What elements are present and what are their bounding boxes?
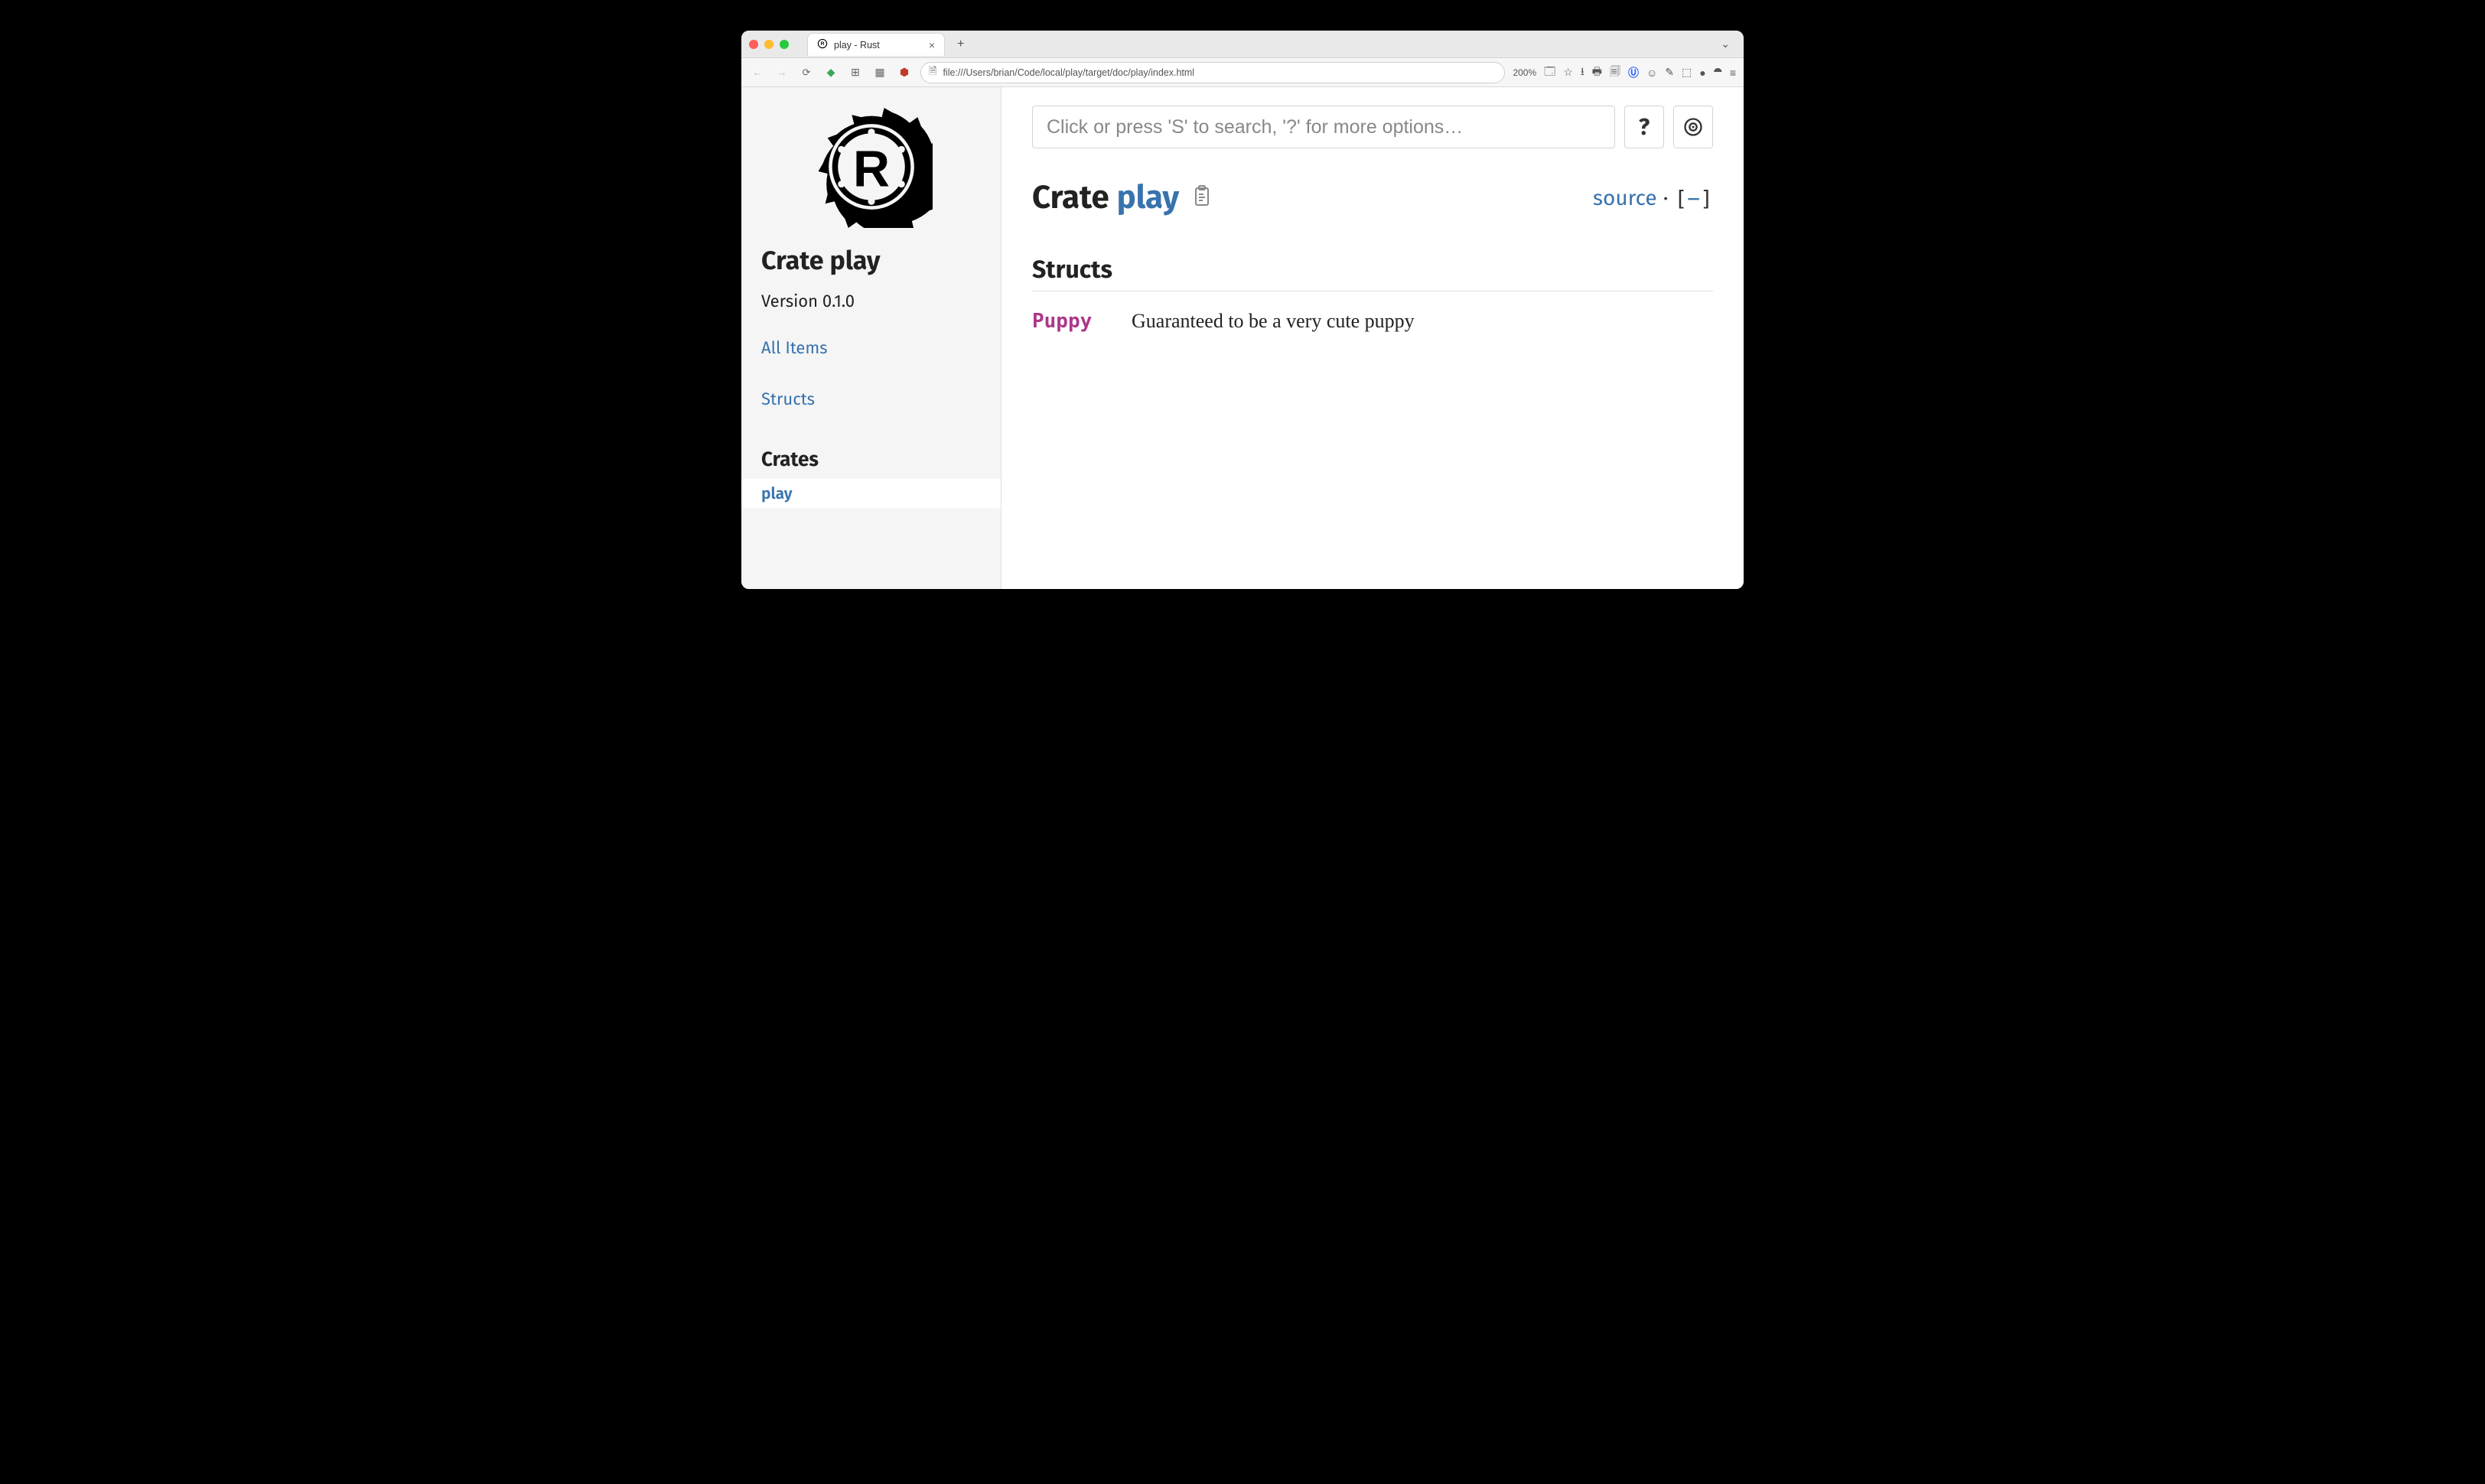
extension-color-icon[interactable]: ▦ [871,66,888,79]
sidebar-crate-item-play[interactable]: play [741,479,1001,508]
new-tab-button[interactable]: + [953,37,969,51]
page-heading: Crate play source · [−] [1032,179,1713,217]
page-title-crate-name[interactable]: play [1117,179,1179,217]
forward-button[interactable]: → [774,67,790,78]
page-title-prefix: Crate [1032,179,1117,217]
browser-toolbar: ← → ⟳ ◆ ⊞ ▦ ⬢ 🗎 file:///Users/brian/Code… [741,58,1744,87]
sidebar-structs-link[interactable]: Structs [761,389,981,409]
page-protocol-icon: 🗎 [929,64,936,81]
window-minimize-button[interactable] [764,40,774,49]
sidebar-crates-heading: Crates [761,447,981,471]
browser-tab[interactable]: R play - Rust × [807,33,945,56]
url-text: file:///Users/brian/Code/local/play/targ… [943,67,1497,78]
rust-logo[interactable]: R [761,106,981,232]
menu-hamburger-icon[interactable]: ≡ [1730,67,1736,79]
struct-link-puppy[interactable]: Puppy [1032,310,1101,333]
extension-grid-icon[interactable]: ⊞ [847,66,864,79]
extension-u-icon[interactable]: Ⓤ [1628,65,1639,80]
extension-icon[interactable]: ◆ [822,66,839,79]
window-controls [749,40,789,49]
print-icon[interactable]: 🖶 [1592,63,1602,82]
extension-face-icon[interactable]: ☺ [1646,67,1657,79]
section-heading-structs: Structs [1032,255,1713,291]
settings-button[interactable] [1673,106,1713,148]
sidebar-all-items-link[interactable]: All Items [761,337,981,358]
clip-icon[interactable]: 🗐 [1610,63,1620,82]
struct-description: Guaranteed to be a very cute puppy [1132,310,1415,333]
tab-close-button[interactable]: × [929,39,935,51]
download-icon[interactable]: ⭳ [1581,63,1584,82]
toolbar-right-icons: 🗔 ☆ ⭳ 🖶 🗐 Ⓤ ☺ ✎ ⬚ ● ⯊ ≡ [1544,63,1736,82]
gear-icon [1682,116,1704,138]
bookmark-star-icon[interactable]: ☆ [1563,66,1573,79]
main-panel: ? Crate play [1001,87,1744,589]
clipboard-icon [1193,185,1211,207]
sidebar-crate-version: Version 0.1.0 [761,291,981,311]
tab-title: play - Rust [834,40,923,50]
search-input-wrap[interactable] [1032,106,1615,148]
page-title: Crate play [1032,179,1179,217]
svg-text:R: R [853,142,890,198]
zoom-level[interactable]: 200% [1513,67,1536,78]
ublock-shield-icon[interactable]: ⬢ [896,66,913,79]
window-close-button[interactable] [749,40,758,49]
rust-gear-icon: R [810,106,933,228]
source-link[interactable]: source [1593,186,1657,211]
svg-text:R: R [821,41,825,47]
collapse-toggle[interactable]: [−] [1674,186,1713,211]
struct-item-row: Puppy Guaranteed to be a very cute puppy [1032,310,1713,333]
window-maximize-button[interactable] [780,40,789,49]
rust-favicon-icon: R [817,38,828,51]
sidebar: R Crate play Version 0.1.0 All Items Str… [741,87,1001,589]
translate-icon[interactable]: 🗔 [1544,63,1555,82]
sidebar-crate-title: Crate play [761,246,981,277]
search-input[interactable] [1047,116,1601,138]
extension-cube-icon[interactable]: ⬚ [1682,66,1692,79]
browser-window: R play - Rust × + ⌄ ← → ⟳ ◆ ⊞ ▦ ⬢ 🗎 file… [741,31,1744,589]
back-button[interactable]: ← [749,67,766,78]
tab-strip: R play - Rust × + ⌄ [741,31,1744,58]
extension-pencil-icon[interactable]: ✎ [1665,66,1674,79]
extensions-puzzle-icon[interactable]: ⯊ [1714,66,1722,79]
help-button[interactable]: ? [1624,106,1664,148]
separator-dot: · [1663,186,1669,211]
copy-path-button[interactable] [1193,185,1211,212]
tab-list-chevron-icon[interactable]: ⌄ [1715,37,1736,50]
reload-button[interactable]: ⟳ [798,67,815,79]
page-content: R Crate play Version 0.1.0 All Items Str… [741,87,1744,589]
address-bar[interactable]: 🗎 file:///Users/brian/Code/local/play/ta… [920,62,1505,83]
search-row: ? [1032,106,1713,148]
profile-avatar-icon[interactable]: ● [1699,67,1705,79]
